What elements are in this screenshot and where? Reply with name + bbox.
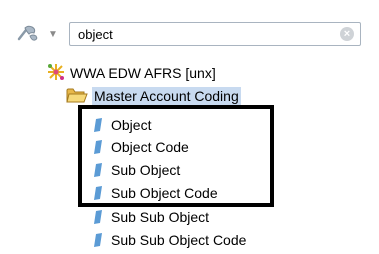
- tree-folder-label: Master Account Coding: [92, 87, 241, 105]
- tree-root-label: WWA EDW AFRS [unx]: [70, 65, 216, 81]
- tree-root-node[interactable]: WWA EDW AFRS [unx]: [46, 63, 216, 83]
- universe-icon: [46, 63, 66, 84]
- clear-icon[interactable]: ×: [340, 27, 354, 41]
- tree-item-label: Sub Sub Object: [111, 209, 210, 225]
- magic-wand-filter-icon: [16, 24, 40, 45]
- open-folder-icon: [66, 86, 88, 107]
- highlight-rectangle: [78, 105, 274, 207]
- tree-item-sub-sub-object[interactable]: Sub Sub Object: [94, 207, 209, 227]
- tree-item-sub-sub-object-code[interactable]: Sub Sub Object Code: [94, 230, 246, 250]
- search-input[interactable]: [78, 26, 328, 42]
- tree-folder-master-account-coding[interactable]: Master Account Coding: [66, 86, 241, 106]
- dimension-icon: [94, 233, 102, 247]
- chevron-down-icon: ▼: [48, 28, 58, 40]
- search-box: ×: [69, 22, 361, 46]
- filter-button[interactable]: ▼: [16, 23, 58, 45]
- dimension-icon: [94, 210, 102, 224]
- tree-item-label: Sub Sub Object Code: [111, 232, 247, 248]
